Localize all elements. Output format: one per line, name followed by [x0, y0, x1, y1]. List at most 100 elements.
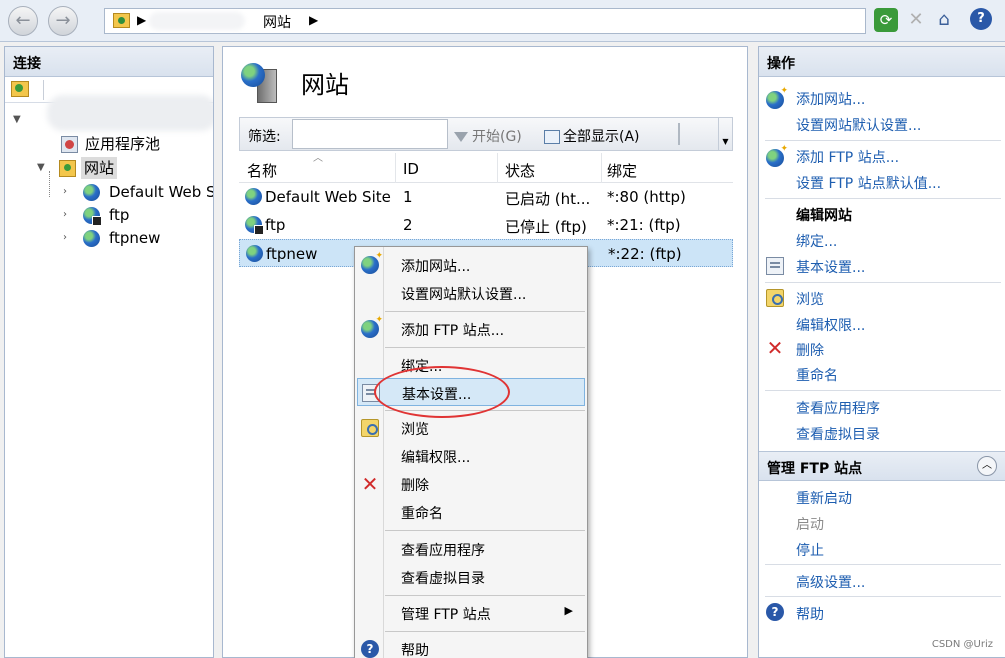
app-pools-label: 应用程序池 — [85, 135, 161, 153]
help-icon: ? — [766, 603, 784, 621]
funnel-icon — [454, 132, 468, 142]
globe-icon — [83, 230, 100, 247]
actions-title: 操作 — [759, 47, 1005, 77]
arrow-right-icon: → — [55, 10, 71, 31]
connect-icon[interactable] — [11, 81, 29, 97]
action-add-ftp[interactable]: 添加 FTP 站点... — [796, 147, 899, 167]
column-name[interactable]: 名称 — [247, 160, 277, 181]
home-icon[interactable]: ⌂ — [932, 8, 956, 32]
address-bar[interactable]: ▶ 网站 ▶ — [104, 8, 866, 34]
action-help[interactable]: 帮助 — [796, 604, 824, 624]
menu-item-rename[interactable]: 重命名 — [357, 498, 585, 526]
action-advanced-settings[interactable]: 高级设置... — [796, 572, 865, 592]
redacted-server-name — [149, 12, 245, 30]
action-delete[interactable]: 删除 — [796, 340, 824, 360]
menu-item-delete[interactable]: ✕ 删除 — [357, 470, 585, 498]
collapsed-icon[interactable]: › — [63, 227, 67, 249]
action-basic-settings[interactable]: 基本设置... — [796, 257, 865, 277]
menu-item-help[interactable]: ? 帮助 — [357, 635, 585, 658]
app-pool-icon — [61, 136, 78, 153]
back-button[interactable]: ← — [8, 6, 38, 36]
sort-ascending-icon: ︿ — [313, 153, 323, 164]
delete-icon: ✕ — [766, 336, 784, 360]
action-rename[interactable]: 重命名 — [796, 365, 838, 385]
help-icon: ? — [361, 640, 379, 658]
address-toolbar: ← → ▶ 网站 ▶ ⟳ ✕ ⌂ ? — [0, 0, 1005, 42]
action-view-vdirs[interactable]: 查看虚拟目录 — [796, 424, 880, 444]
server-icon — [241, 63, 281, 105]
action-browse[interactable]: 浏览 — [796, 289, 824, 309]
expanded-icon[interactable]: ▼ — [37, 157, 45, 179]
forward-button[interactable]: → — [48, 6, 78, 36]
menu-item-bindings[interactable]: 绑定... — [357, 351, 585, 379]
globe-icon — [245, 188, 262, 205]
menu-item-edit-permissions[interactable]: 编辑权限... — [357, 442, 585, 470]
filter-overflow-button[interactable]: ▼ — [718, 118, 732, 150]
filter-divider — [678, 123, 680, 145]
chevron-right-icon[interactable]: ▶ — [309, 13, 318, 27]
table-row[interactable]: Default Web Site 1 已启动 (ht... *:80 (http… — [239, 183, 733, 211]
stopped-globe-icon — [245, 216, 264, 235]
refresh-icon[interactable]: ⟳ — [874, 8, 898, 32]
watermark: CSDN @Uriz — [931, 639, 993, 650]
stop-icon[interactable]: ✕ — [904, 8, 928, 32]
manage-ftp-section-header: 管理 FTP 站点 ︿ — [759, 451, 1005, 481]
manage-ftp-title: 管理 FTP 站点 — [767, 461, 863, 477]
action-site-defaults[interactable]: 设置网站默认设置... — [796, 115, 921, 135]
filter-input[interactable] — [292, 119, 448, 149]
actions-panel: 操作 添加网站... 设置网站默认设置... 添加 FTP 站点... 设置 F… — [758, 46, 1005, 658]
globe-icon — [83, 184, 100, 201]
menu-item-add-ftp[interactable]: 添加 FTP 站点... — [357, 315, 585, 343]
submenu-arrow-icon: ▶ — [564, 604, 573, 617]
help-icon[interactable]: ? — [970, 8, 992, 30]
arrow-left-icon: ← — [15, 10, 31, 31]
collapsed-icon[interactable]: › — [63, 181, 67, 203]
collapse-chevron-up-icon[interactable]: ︿ — [977, 456, 997, 476]
show-all-icon — [544, 130, 560, 144]
action-stop[interactable]: 停止 — [796, 540, 824, 560]
action-bindings[interactable]: 绑定... — [796, 231, 837, 251]
menu-item-site-defaults[interactable]: 设置网站默认设置... — [357, 279, 585, 307]
menu-item-browse[interactable]: 浏览 — [357, 414, 585, 442]
menu-item-add-site[interactable]: 添加网站... — [357, 251, 585, 279]
sites-label: 网站 — [81, 157, 118, 179]
connections-title: 连接 — [5, 47, 213, 77]
add-site-icon — [766, 86, 788, 109]
address-location[interactable]: 网站 — [263, 12, 291, 32]
collapsed-icon[interactable]: › — [63, 204, 67, 226]
table-row[interactable]: ftp 2 已停止 (ftp) *:21: (ftp) — [239, 211, 733, 239]
table-header: ︿ 名称 ID 状态 绑定 — [239, 153, 733, 183]
start-filter-button[interactable]: 开始(G) — [454, 126, 522, 146]
browse-icon — [361, 419, 379, 437]
menu-item-view-vdirs[interactable]: 查看虚拟目录 — [357, 563, 585, 591]
action-restart[interactable]: 重新启动 — [796, 488, 852, 508]
settings-icon — [362, 384, 380, 402]
action-start: 启动 — [796, 517, 824, 533]
settings-icon — [766, 257, 784, 275]
action-add-site[interactable]: 添加网站... — [796, 89, 865, 109]
connections-panel: 连接 ▼ 应用程序池 ▼ 网站 › Default Web S › ftp › … — [4, 46, 214, 658]
action-ftp-defaults[interactable]: 设置 FTP 站点默认值... — [796, 173, 941, 193]
expanded-icon[interactable]: ▼ — [13, 109, 21, 131]
action-view-apps[interactable]: 查看应用程序 — [796, 398, 880, 418]
menu-item-basic-settings[interactable]: 基本设置... — [357, 378, 585, 406]
ftpnew-label: ftpnew — [109, 229, 161, 247]
action-edit-permissions[interactable]: 编辑权限... — [796, 315, 865, 335]
site-folder-icon — [113, 13, 130, 28]
globe-icon — [246, 245, 263, 262]
menu-item-manage-ftp[interactable]: 管理 FTP 站点 ▶ — [357, 599, 585, 627]
browse-icon — [766, 289, 784, 307]
menu-item-view-apps[interactable]: 查看应用程序 — [357, 535, 585, 563]
filter-bar: 筛选: 开始(G) 全部显示(A) ▼ — [239, 117, 733, 151]
ftp-label: ftp — [109, 206, 130, 224]
chevron-right-icon[interactable]: ▶ — [137, 13, 146, 27]
column-binding[interactable]: 绑定 — [607, 160, 637, 181]
sites-folder-icon — [59, 160, 76, 177]
show-all-button[interactable]: 全部显示(A) — [544, 126, 640, 146]
column-state[interactable]: 状态 — [505, 160, 535, 181]
page-title: 网站 — [301, 71, 349, 99]
delete-icon: ✕ — [361, 472, 379, 496]
stopped-globe-icon — [83, 207, 102, 226]
filter-label: 筛选: — [248, 129, 281, 145]
column-id[interactable]: ID — [403, 160, 419, 178]
